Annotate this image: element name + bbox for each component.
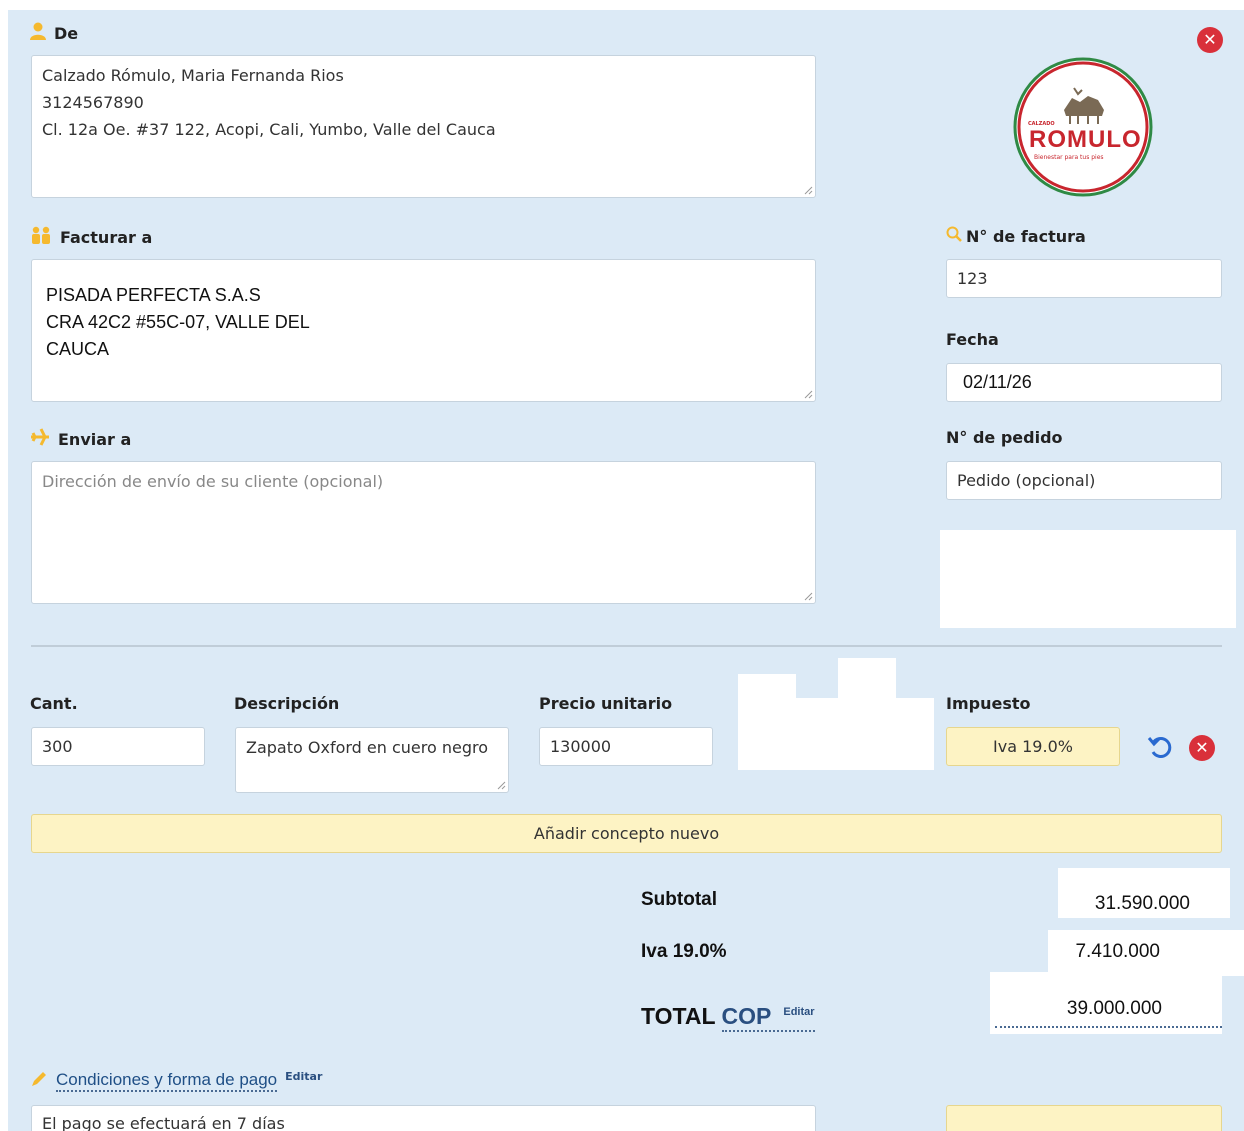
subtotal-label: Subtotal [641, 889, 717, 910]
date-field[interactable]: 02/11/26 [946, 363, 1222, 402]
terms-textarea[interactable]: El pago se efectuará en 7 días [31, 1105, 816, 1131]
ship-to-label: Enviar a [58, 429, 132, 449]
date-label: Fecha [946, 330, 999, 349]
invoice-number-field[interactable]: 123 [946, 259, 1222, 298]
logo-brand: ROMULO [1029, 126, 1142, 153]
close-icon[interactable]: ✕ [1197, 27, 1223, 53]
undo-icon[interactable] [1146, 733, 1174, 765]
total-value: 39.000.000 [995, 998, 1222, 1028]
tax-header: Impuesto [946, 694, 1031, 713]
ship-to-placeholder: Dirección de envío de su cliente (opcion… [42, 472, 384, 491]
from-textarea[interactable]: Calzado Rómulo, Maria Fernanda Rios 3124… [31, 55, 816, 198]
section-divider [31, 645, 1222, 647]
notes-yellow-field[interactable] [946, 1105, 1222, 1131]
ship-to-label-row: Enviar a [30, 428, 131, 450]
item-qty-field[interactable]: 300 [31, 727, 205, 766]
tax-total-value: 7.410.000 [1075, 941, 1160, 962]
invoice-number-label-row: N° de factura [946, 226, 1086, 246]
total-label-row: TOTAL COP Editar [641, 1003, 815, 1032]
redacted-area [838, 658, 896, 700]
resize-grip-icon[interactable] [496, 780, 506, 790]
item-tax-select[interactable]: Iva 19.0% [946, 727, 1120, 766]
logo-tagline: Bienestar para tus pies [1034, 154, 1104, 161]
terms-edit-link[interactable]: Editar [285, 1070, 322, 1083]
item-description-field[interactable]: Zapato Oxford en cuero negro [235, 727, 509, 793]
bill-to-label-row: Facturar a [30, 226, 152, 248]
terms-label-row: Condiciones y forma de pago Editar [30, 1070, 322, 1092]
pencil-icon [30, 1070, 48, 1092]
redacted-area [940, 530, 1236, 628]
currency-edit-link[interactable]: Editar [783, 1006, 814, 1018]
remove-item-icon[interactable]: ✕ [1189, 735, 1215, 761]
order-number-label: N° de pedido [946, 428, 1063, 447]
search-icon [946, 226, 962, 246]
plane-icon [30, 428, 50, 450]
resize-grip-icon[interactable] [803, 591, 813, 601]
unit-price-header: Precio unitario [539, 694, 673, 713]
bill-to-line-3: CAUCA [46, 339, 110, 359]
company-logo[interactable]: CALZADO ROMULO Bienestar para tus pies [1012, 54, 1154, 200]
currency-value: COP [721, 1003, 771, 1029]
subtotal-value: 31.590.000 [1094, 893, 1190, 914]
user-icon [30, 22, 46, 44]
bill-to-textarea[interactable]: PISADA PERFECTA S.A.S CRA 42C2 #55C-07, … [31, 259, 816, 402]
redacted-area [738, 698, 934, 770]
from-line-3: Cl. 12a Oe. #37 122, Acopi, Cali, Yumbo,… [42, 120, 496, 139]
bill-to-line-1: PISADA PERFECTA S.A.S [46, 285, 261, 305]
invoice-form: De ✕ Calzado Rómulo, Maria Fernanda Rios… [8, 10, 1244, 1131]
currency-select[interactable]: COP Editar [721, 1003, 815, 1032]
from-label-row: De [30, 22, 78, 44]
order-number-field[interactable]: Pedido (opcional) [946, 461, 1222, 500]
resize-grip-icon[interactable] [803, 389, 813, 399]
qty-header: Cant. [30, 694, 78, 713]
total-label: TOTAL [641, 1003, 716, 1029]
terms-label[interactable]: Condiciones y forma de pago [56, 1070, 278, 1092]
ship-to-textarea[interactable]: Dirección de envío de su cliente (opcion… [31, 461, 816, 604]
invoice-number-label: N° de factura [966, 226, 1086, 246]
from-line-1: Calzado Rómulo, Maria Fernanda Rios [42, 62, 805, 89]
from-line-2: 3124567890 [42, 93, 144, 112]
tax-total-label: Iva 19.0% [641, 941, 727, 962]
add-item-button[interactable]: Añadir concepto nuevo [31, 814, 1222, 853]
from-line-1-text: Calzado Rómulo, Maria Fernanda Rios [42, 66, 344, 85]
redacted-area [738, 674, 796, 700]
bill-to-line-2: CRA 42C2 #55C-07, VALLE DEL [46, 312, 310, 332]
item-unit-price-field[interactable]: 130000 [539, 727, 713, 766]
bill-to-label: Facturar a [60, 227, 153, 247]
description-header: Descripción [234, 694, 340, 713]
people-icon [30, 226, 52, 248]
resize-grip-icon[interactable] [803, 185, 813, 195]
item-description-text: Zapato Oxford en cuero negro [246, 738, 489, 757]
from-label: De [54, 23, 79, 43]
